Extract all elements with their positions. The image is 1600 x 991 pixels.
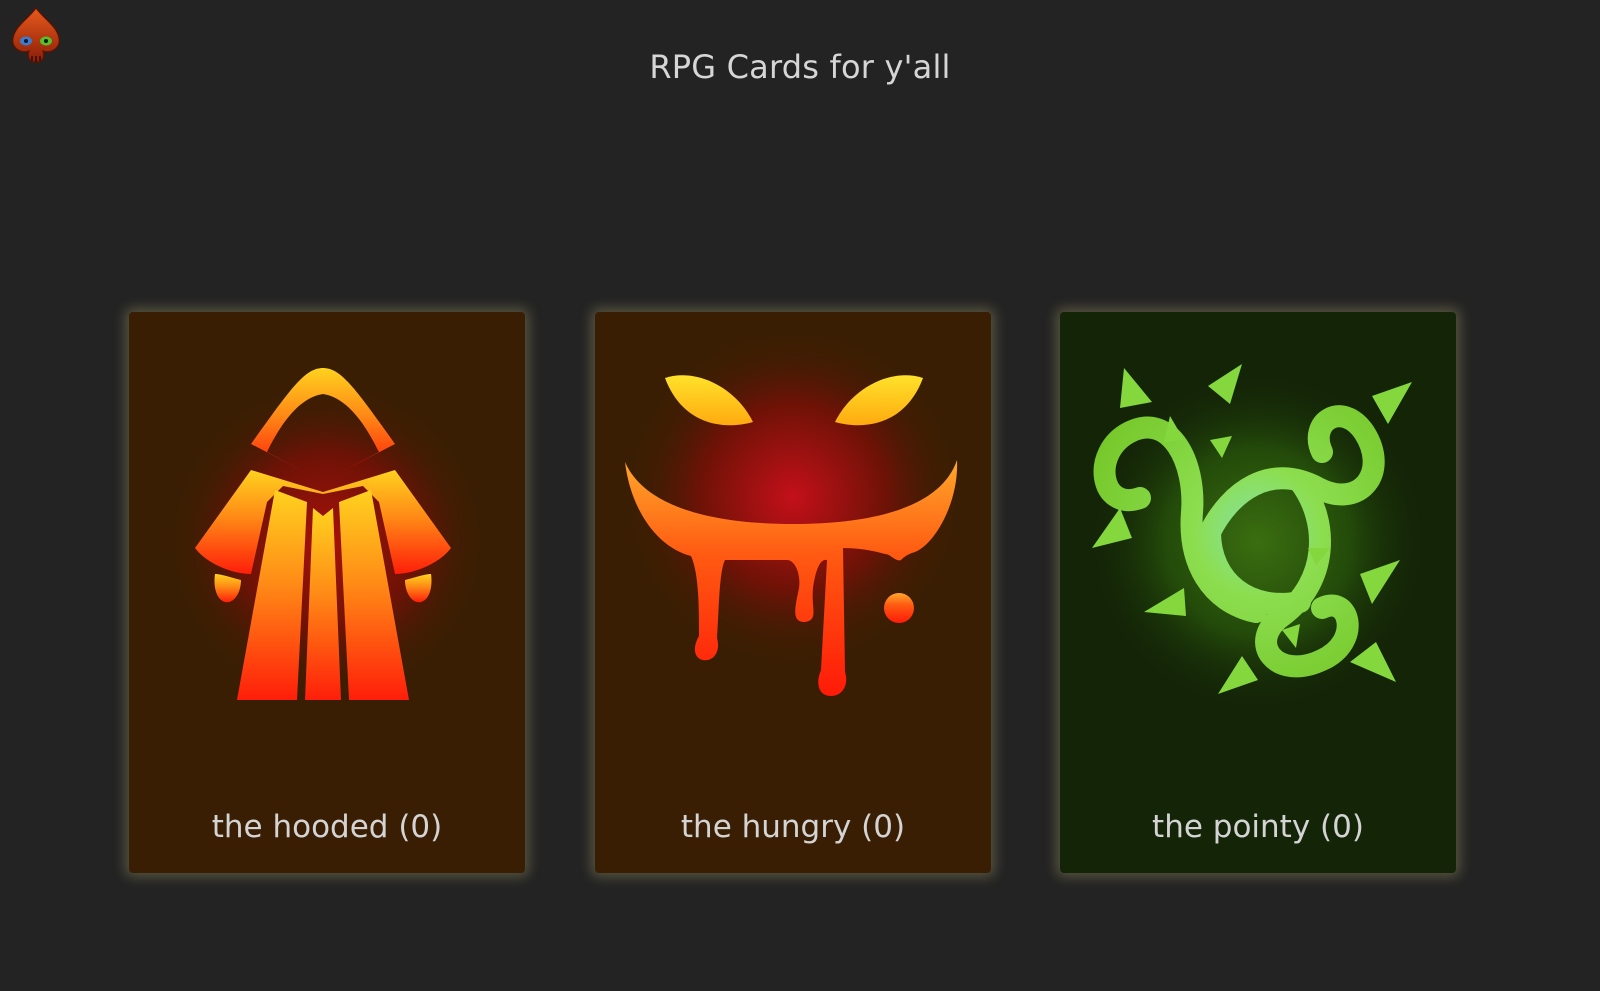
app-page: RPG Cards for y'all the hooded (0) the h…	[0, 0, 1600, 991]
card-the-hooded[interactable]: the hooded (0)	[129, 312, 525, 873]
hooded-robe-icon	[167, 368, 487, 702]
page-title: RPG Cards for y'all	[649, 48, 951, 86]
card-label: the hungry (0)	[680, 809, 906, 845]
card-label: the pointy (0)	[1152, 809, 1364, 845]
card-the-pointy[interactable]: the pointy (0)	[1060, 312, 1456, 873]
card-the-hungry[interactable]: the hungry (0)	[595, 312, 991, 873]
card-label: the hooded (0)	[211, 809, 443, 845]
thorny-triskelion-icon	[1088, 364, 1428, 712]
dripping-grin-icon	[623, 332, 963, 696]
